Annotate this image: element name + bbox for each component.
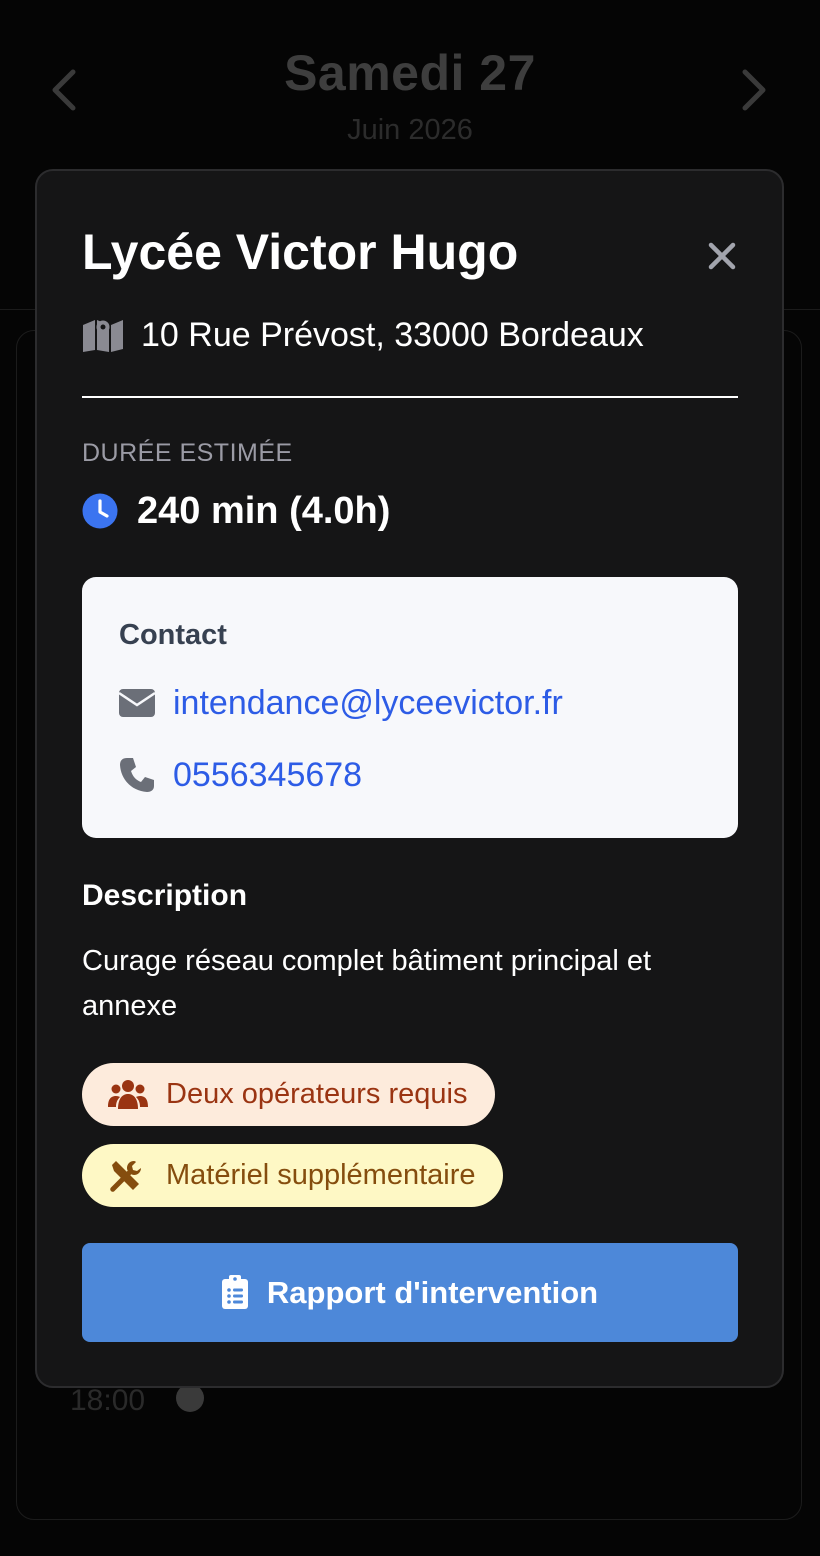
duration-value: 240 min (4.0h): [137, 489, 391, 532]
description-text: Curage réseau complet bâtiment principal…: [82, 945, 652, 1022]
address-row: 10 Rue Prévost, 33000 Bordeaux: [82, 313, 644, 357]
map-icon: [82, 317, 124, 353]
day-view-page: Samedi 27 Juin 2026 18:00 Lycée Victor H…: [0, 0, 820, 1556]
contact-phone-row: 0556345678: [119, 755, 362, 795]
close-icon: [708, 242, 736, 270]
email-link[interactable]: intendance@lyceevictor.fr: [173, 684, 563, 723]
contact-card: Contact intendance@lyceevictor.fr 055634…: [82, 577, 738, 838]
contact-email-row: intendance@lyceevictor.fr: [119, 683, 563, 723]
badge-extra-equipment: Matériel supplémentaire: [82, 1144, 504, 1207]
modal-title: Lycée Victor Hugo: [82, 224, 519, 280]
description-title: Description: [82, 879, 248, 912]
users-icon: [108, 1078, 148, 1112]
contact-title: Contact: [119, 619, 227, 651]
month-year-subtitle: Juin 2026: [347, 114, 473, 146]
envelope-icon: [119, 685, 155, 721]
close-button[interactable]: [702, 236, 742, 276]
phone-icon: [119, 757, 155, 793]
duration-label: DURÉE ESTIMÉE: [82, 439, 293, 467]
badge-two-operators: Deux opérateurs requis: [82, 1063, 496, 1126]
report-button-label: Rapport d'intervention: [266, 1274, 599, 1310]
intervention-detail-modal: Lycée Victor Hugo 10 Rue Prévost, 33000 …: [35, 169, 784, 1388]
timeline-hour-label: 18:00: [70, 1384, 146, 1417]
tools-icon: [108, 1159, 148, 1193]
timeline-dot: [176, 1384, 204, 1412]
badge-label: Deux opérateurs requis: [166, 1078, 468, 1110]
intervention-report-button[interactable]: Rapport d'intervention: [82, 1243, 738, 1342]
divider: [82, 396, 738, 398]
phone-link[interactable]: 0556345678: [173, 756, 362, 795]
badge-label: Matériel supplémentaire: [166, 1159, 476, 1191]
clipboard-icon: [221, 1274, 250, 1311]
clock-icon: [82, 493, 118, 529]
address-text: 10 Rue Prévost, 33000 Bordeaux: [141, 315, 644, 354]
chevron-right-icon: [742, 69, 766, 111]
duration-row: 240 min (4.0h): [82, 489, 390, 533]
day-title: Samedi 27: [284, 45, 536, 101]
next-day-button[interactable]: [726, 62, 782, 118]
